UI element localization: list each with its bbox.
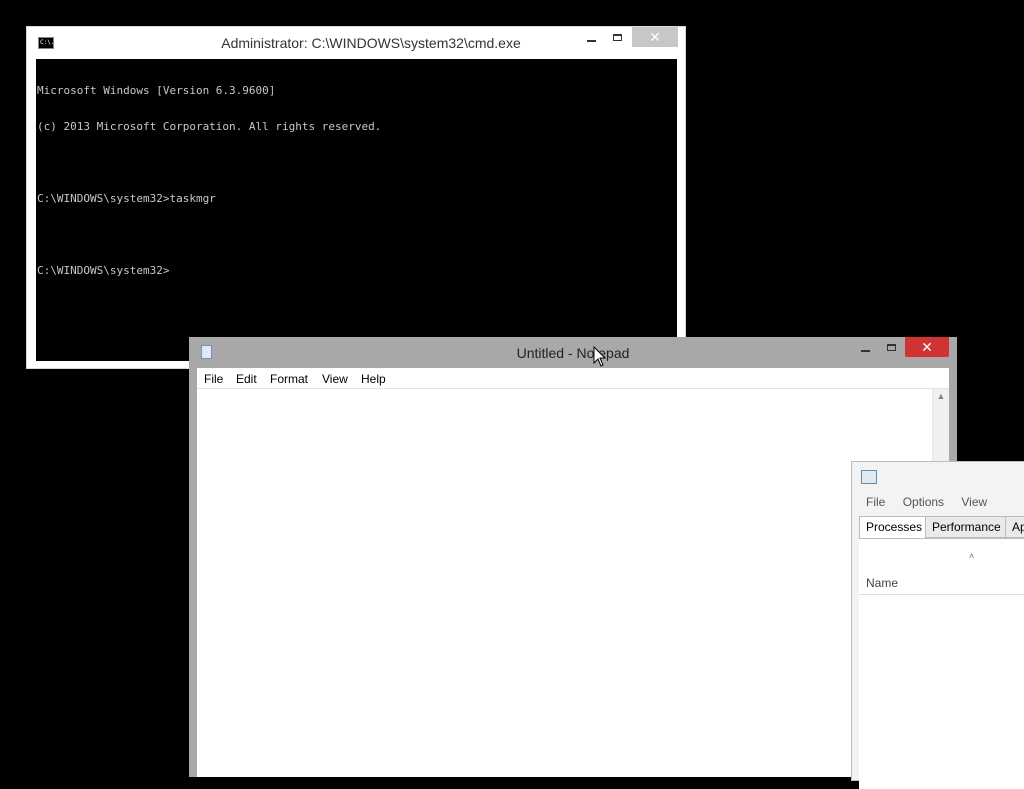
console-line: ​ <box>37 229 677 241</box>
maximize-icon <box>612 34 622 41</box>
cmd-close-button[interactable]: ✕ <box>632 27 678 47</box>
tab-app-history[interactable]: Ap <box>1005 516 1024 538</box>
task-manager-tabs: Processes Performance Ap <box>859 516 1024 539</box>
console-line: C:\WINDOWS\system32>taskmgr <box>37 192 216 205</box>
task-manager-window[interactable]: File Options View Processes Performance … <box>851 461 1024 789</box>
menu-help[interactable]: Help <box>361 369 386 386</box>
menu-view[interactable]: View <box>322 369 348 386</box>
column-header-name[interactable]: Name <box>866 576 898 590</box>
console-prompt-line[interactable]: C:\WINDOWS\system32> <box>37 265 677 277</box>
cmd-window[interactable]: C:\. Administrator: C:\WINDOWS\system32\… <box>26 26 686 369</box>
tab-processes[interactable]: Processes <box>859 516 930 539</box>
task-manager-app-icon <box>861 470 877 484</box>
scroll-up-arrow-icon[interactable]: ▲ <box>933 391 949 401</box>
console-line: ​ <box>37 157 677 169</box>
notepad-menubar: File Edit Format View Help <box>197 368 949 389</box>
tm-menu-view[interactable]: View <box>961 495 987 509</box>
maximize-icon <box>886 344 896 351</box>
close-icon: ✕ <box>921 339 933 355</box>
cmd-console-output[interactable]: Microsoft Windows [Version 6.3.9600] (c)… <box>36 59 677 361</box>
processes-panel: ˄ Name <box>859 538 1024 789</box>
notepad-close-button[interactable]: ✕ <box>905 337 949 357</box>
console-line: Microsoft Windows [Version 6.3.9600] <box>37 84 276 97</box>
sort-caret-icon: ˄ <box>969 551 975 561</box>
notepad-text-area[interactable]: ▲ <box>197 389 949 777</box>
minimize-icon <box>860 350 870 352</box>
menu-edit[interactable]: Edit <box>236 369 257 386</box>
minimize-icon <box>586 40 596 42</box>
tm-menu-options[interactable]: Options <box>903 495 944 509</box>
menu-file[interactable]: File <box>204 369 223 386</box>
column-header-divider <box>859 594 1024 595</box>
console-line: (c) 2013 Microsoft Corporation. All righ… <box>37 120 382 133</box>
tab-performance[interactable]: Performance <box>925 516 1008 538</box>
mouse-cursor-icon <box>593 346 607 367</box>
cmd-maximize-button[interactable] <box>604 29 630 49</box>
task-manager-menubar: File Options View <box>866 495 1001 509</box>
notepad-maximize-button[interactable] <box>878 339 904 359</box>
notepad-window-title: Untitled - Notepad <box>516 345 630 361</box>
cmd-titlebar[interactable]: C:\. Administrator: C:\WINDOWS\system32\… <box>27 27 685 59</box>
menu-format[interactable]: Format <box>270 369 308 386</box>
cmd-minimize-button[interactable] <box>578 29 604 49</box>
notepad-minimize-button[interactable] <box>852 339 878 359</box>
close-icon: ✕ <box>649 29 661 45</box>
notepad-window[interactable]: Untitled - Notepad ✕ File Edit Format Vi… <box>189 337 957 777</box>
tm-menu-file[interactable]: File <box>866 495 885 509</box>
